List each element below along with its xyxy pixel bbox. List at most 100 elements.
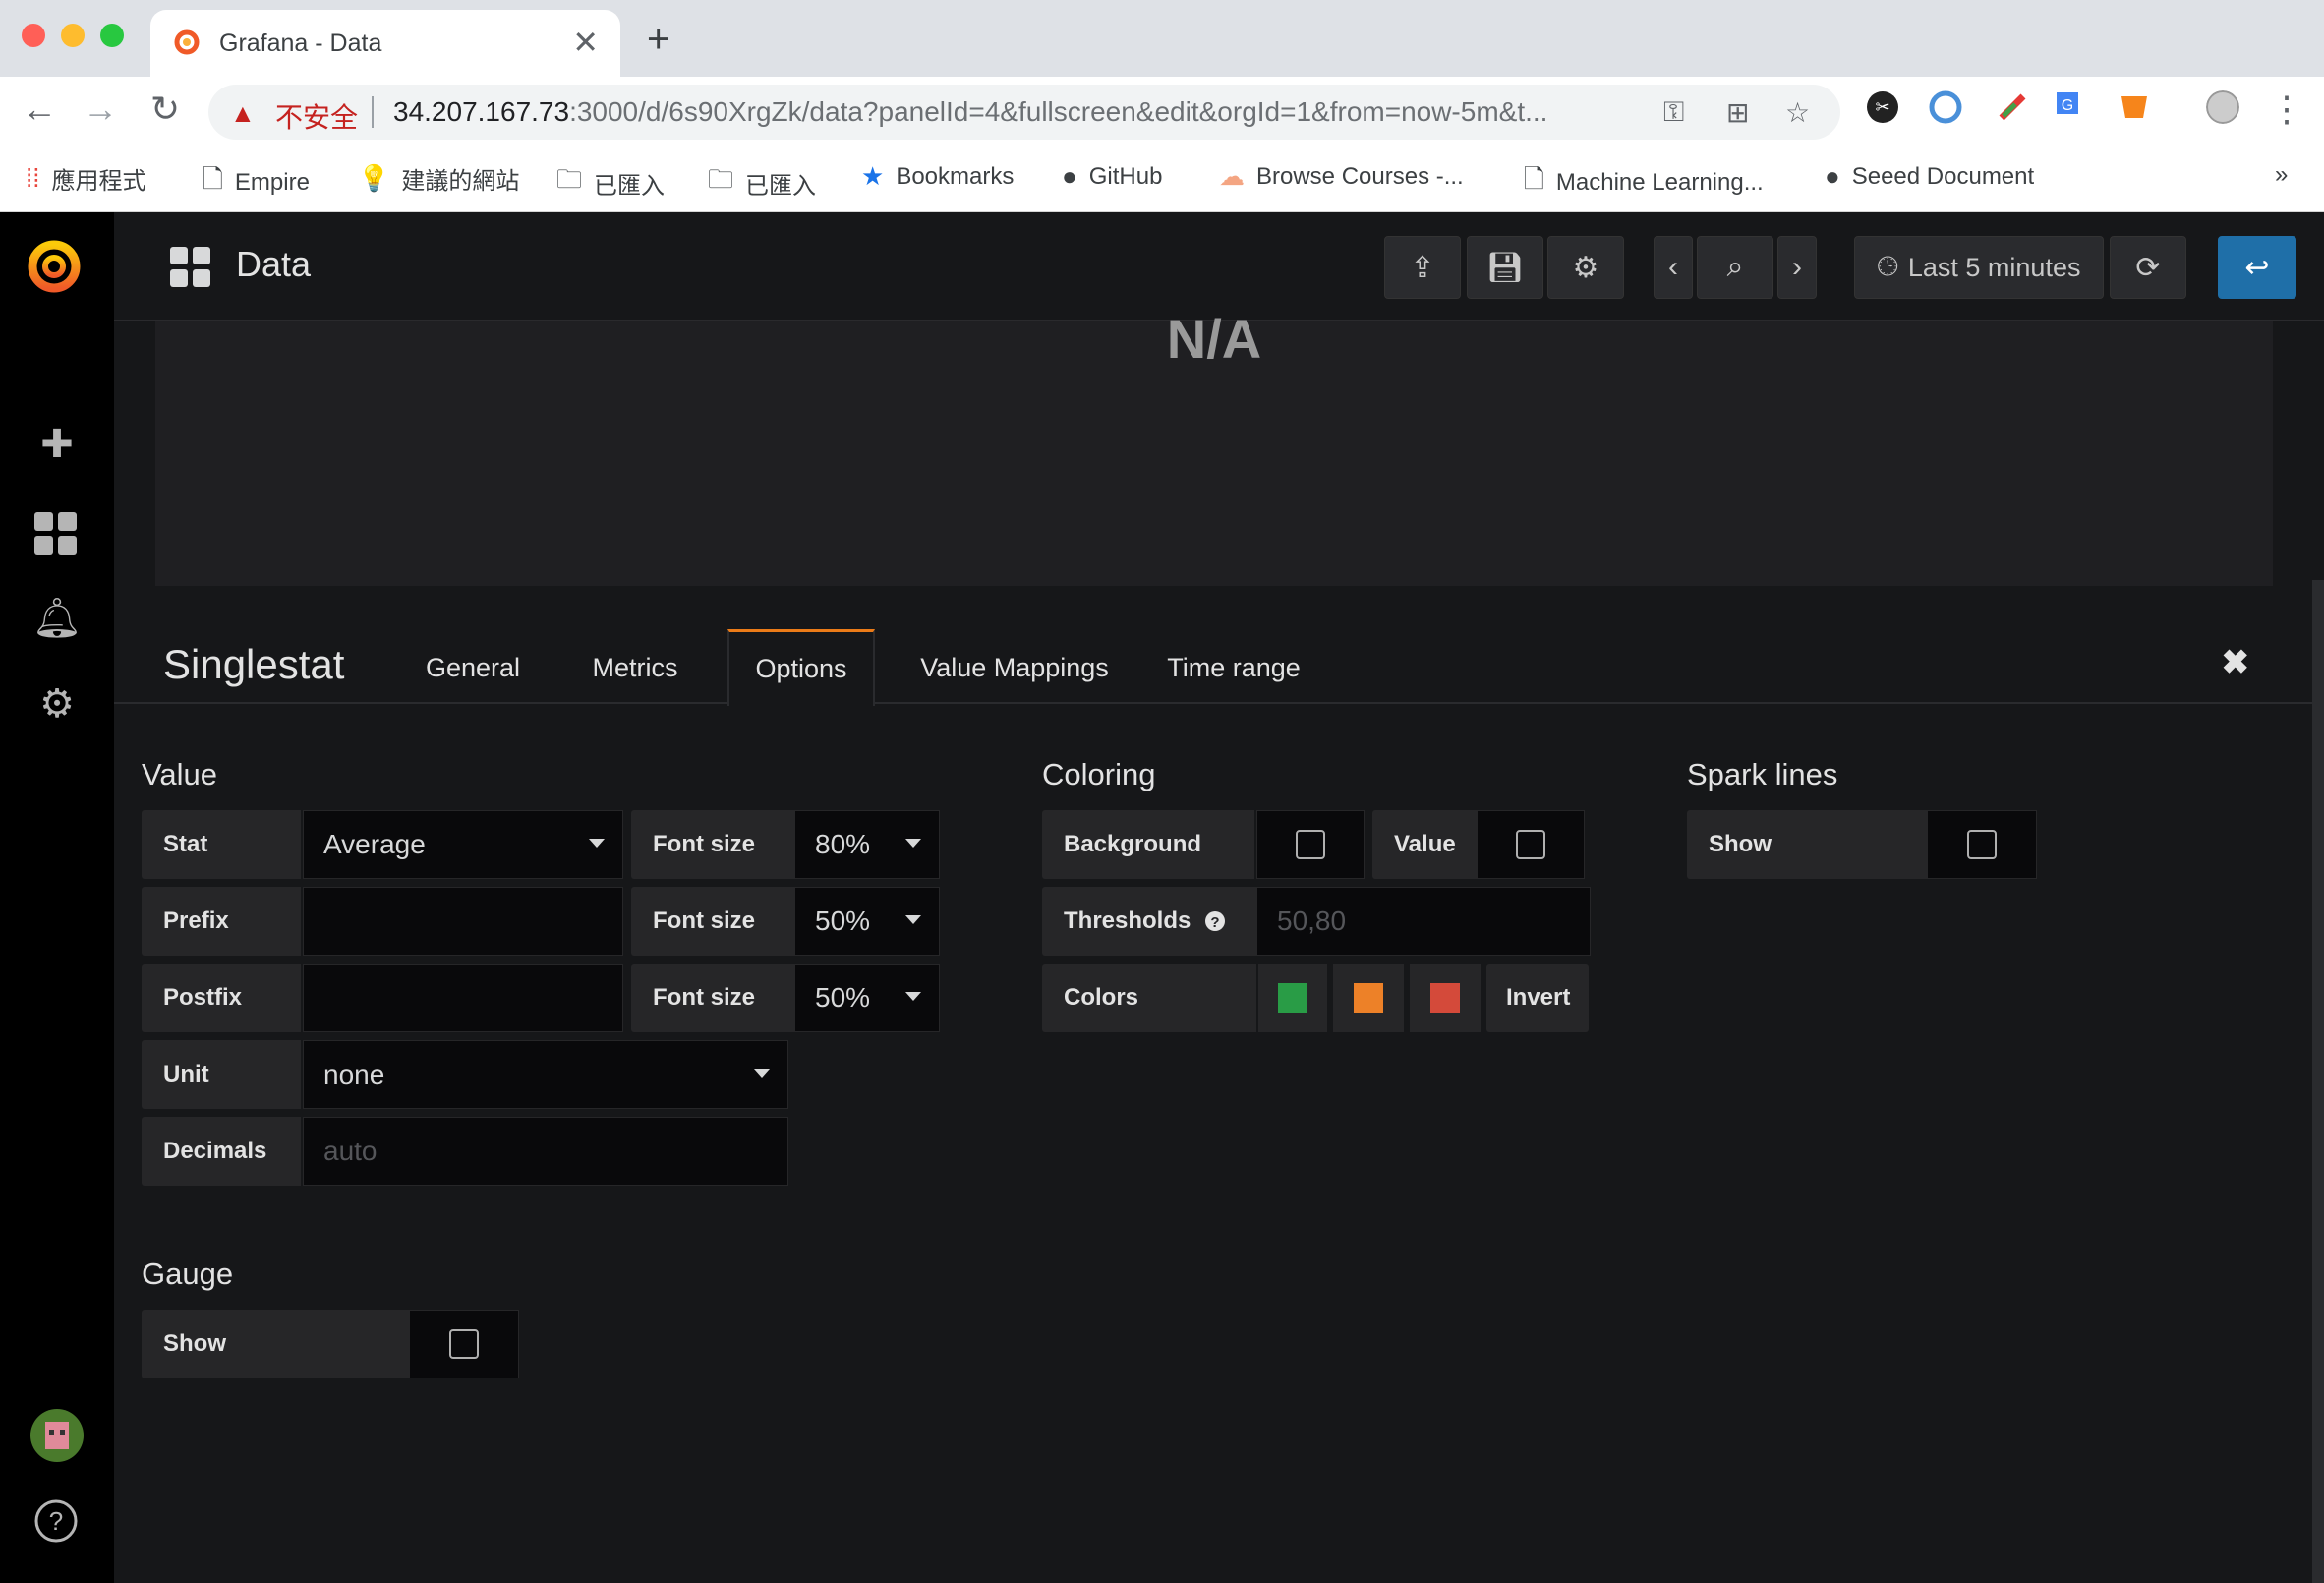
checkbox-unchecked-icon [1516, 830, 1545, 859]
decimals-placeholder: auto [323, 1136, 378, 1166]
prefix-input[interactable] [303, 887, 623, 956]
address-bar[interactable]: ▲ 不安全 34.207.167.73:3000/d/6s90XrgZk/dat… [208, 85, 1840, 140]
back-to-dashboard-button[interactable]: ↩ [2218, 236, 2296, 299]
extension-google-translate-icon[interactable]: G [2055, 90, 2088, 124]
font-size-value: 50% [815, 982, 871, 1013]
bookmark-empire[interactable]: 🗋 Empire [203, 161, 310, 205]
checkbox-unchecked-icon [1296, 830, 1325, 859]
page-icon: 🗋 [203, 164, 223, 194]
close-window-button[interactable] [22, 24, 45, 47]
bookmark-machine-learning[interactable]: 🗋 Machine Learning... [1524, 161, 1764, 205]
translate-icon[interactable]: ⊞ [1726, 96, 1749, 129]
bookmark-label: GitHub [1088, 162, 1163, 190]
extension-scissors-icon[interactable]: ✂ [1866, 90, 1899, 124]
minimize-window-button[interactable] [61, 24, 85, 47]
tab-time-range[interactable]: Time range [1160, 629, 1307, 706]
value-color-checkbox[interactable] [1477, 810, 1585, 879]
prefix-font-size-label: Font size [631, 887, 794, 956]
close-editor-icon[interactable]: ✖ [2222, 643, 2250, 682]
reload-icon[interactable]: ↻ [142, 88, 189, 130]
spark-show-checkbox[interactable] [1927, 810, 2037, 879]
gauge-show-checkbox[interactable] [409, 1310, 519, 1378]
dashboard-title[interactable]: Data [236, 244, 311, 285]
settings-button[interactable]: ⚙ [1547, 236, 1624, 299]
security-label: 不安全 [275, 102, 359, 133]
decimals-label: Decimals [142, 1117, 301, 1186]
cloud-icon: ☁ [1219, 161, 1245, 191]
configuration-gear-icon[interactable]: ⚙ [29, 676, 85, 732]
bookmark-browse-courses[interactable]: ☁ Browse Courses -... [1219, 161, 1464, 192]
dashboard-navbar: Data ⇪ 💾︎ ⚙ ‹ ⌕ › 🕒︎ Last 5 minutes ⟳ ↩ [114, 212, 2324, 321]
color-swatch-ok[interactable] [1258, 964, 1327, 1032]
panel-type-title: Singlestat [163, 641, 345, 687]
checkbox-unchecked-icon [1967, 830, 1997, 859]
bookmark-label: 建議的網站 [401, 168, 520, 195]
save-button[interactable]: 💾︎ [1467, 236, 1543, 299]
grafana-sidemenu: ✚ 🔔︎ ⚙ ? [0, 212, 114, 1583]
zoom-out-button[interactable]: ⌕ [1697, 236, 1773, 299]
refresh-icon: ⟳ [2135, 251, 2161, 284]
share-button[interactable]: ⇪ [1384, 236, 1461, 299]
new-tab-button[interactable]: + [647, 18, 669, 62]
refresh-button[interactable]: ⟳ [2110, 236, 2186, 299]
bookmark-imported-1[interactable]: 🗀 已匯入 [556, 161, 665, 205]
postfix-font-size-label: Font size [631, 964, 794, 1032]
tab-general[interactable]: General [409, 629, 537, 706]
alerting-bell-icon[interactable]: 🔔︎ [29, 590, 85, 645]
value-font-size-select[interactable]: 80% [794, 810, 940, 879]
prefix-label: Prefix [142, 887, 301, 956]
gauge-show-label: Show [142, 1310, 409, 1378]
grafana-logo-icon[interactable] [22, 234, 87, 299]
panel-value: N/A [1166, 308, 1262, 370]
browser-tab[interactable]: Grafana - Data ✕ [150, 10, 620, 77]
bookmarks-overflow-icon[interactable]: » [2275, 161, 2288, 189]
time-range-label: Last 5 minutes [1907, 252, 2081, 282]
profile-avatar-icon[interactable] [2206, 90, 2239, 124]
tab-title: Grafana - Data [219, 29, 382, 57]
menu-dots-icon[interactable]: ⋮ [2263, 88, 2310, 130]
extension-metamask-icon[interactable] [2118, 90, 2151, 124]
save-icon: 💾︎ [1485, 251, 1525, 284]
stat-select[interactable]: Average [303, 810, 623, 879]
thresholds-input[interactable]: 50,80 [1256, 887, 1591, 956]
scrollbar[interactable] [2312, 580, 2324, 1583]
postfix-input[interactable] [303, 964, 623, 1032]
background-checkbox[interactable] [1256, 810, 1365, 879]
tab-close-icon[interactable]: ✕ [572, 24, 599, 61]
decimals-input[interactable]: auto [303, 1117, 788, 1186]
bookmark-seeed[interactable]: ● Seeed Document [1825, 161, 2034, 192]
tab-metrics[interactable]: Metrics [576, 629, 694, 706]
orange-swatch [1354, 983, 1383, 1013]
time-back-button[interactable]: ‹ [1654, 236, 1693, 299]
tab-value-mappings[interactable]: Value Mappings [906, 629, 1123, 706]
postfix-font-size-select[interactable]: 50% [794, 964, 940, 1032]
extension-pen-icon[interactable] [1996, 90, 2029, 124]
time-picker-button[interactable]: 🕒︎ Last 5 minutes [1854, 236, 2104, 299]
color-swatch-crit[interactable] [1410, 964, 1481, 1032]
user-avatar[interactable] [29, 1408, 85, 1463]
forward-icon[interactable]: → [77, 88, 124, 130]
caret-down-icon [905, 915, 921, 924]
unit-select[interactable]: none [303, 1040, 788, 1109]
key-icon[interactable]: ⚿ [1663, 96, 1684, 129]
time-forward-button[interactable]: › [1777, 236, 1817, 299]
bookmark-label: 已匯入 [745, 172, 817, 200]
tab-options[interactable]: Options [727, 629, 875, 706]
help-circle-icon[interactable]: ? [1204, 910, 1226, 932]
dashboards-icon[interactable] [33, 511, 79, 557]
bookmark-github[interactable]: ● GitHub [1062, 161, 1162, 192]
color-swatch-warn[interactable] [1333, 964, 1404, 1032]
create-plus-icon[interactable]: ✚ [29, 417, 85, 472]
invert-button[interactable]: Invert [1486, 964, 1589, 1032]
prefix-font-size-select[interactable]: 50% [794, 887, 940, 956]
maximize-window-button[interactable] [100, 24, 124, 47]
bookmark-bookmarks[interactable]: ★ Bookmarks [861, 161, 1014, 192]
back-icon[interactable]: ← [16, 88, 63, 130]
bookmark-imported-2[interactable]: 🗀 已匯入 [708, 161, 816, 205]
bookmark-apps[interactable]: ⁞⁞ 應用程式 [26, 161, 145, 196]
bookmark-star-icon[interactable]: ☆ [1785, 96, 1810, 129]
divider [372, 96, 374, 128]
bookmark-suggested[interactable]: 💡 建議的網站 [358, 161, 519, 196]
extension-opera-icon[interactable] [1929, 90, 1962, 124]
help-icon[interactable]: ? [33, 1498, 79, 1544]
